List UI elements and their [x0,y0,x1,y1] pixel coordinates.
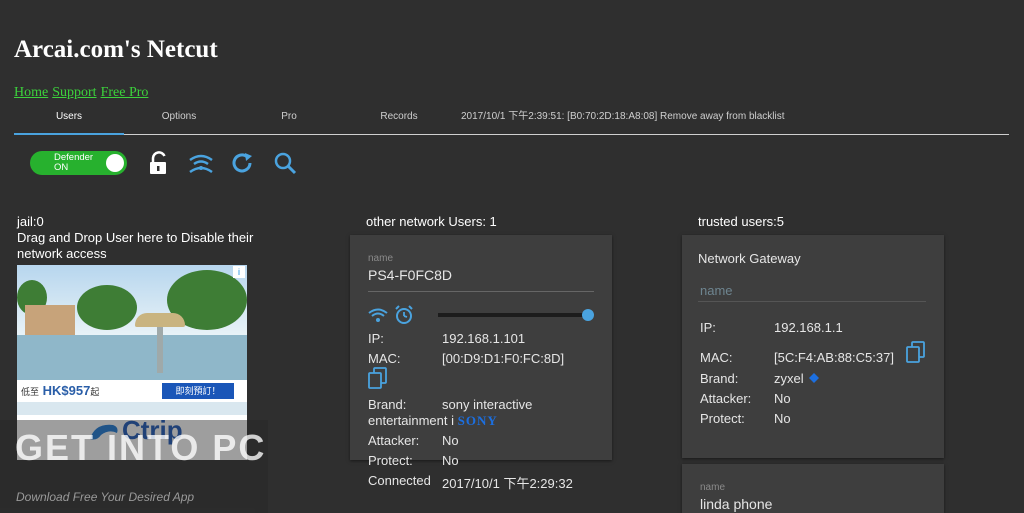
jail-header: jail:0 [17,214,44,229]
tab-records[interactable]: Records [344,106,454,133]
ad-fountain-pole [157,325,163,373]
name-label: name [700,482,726,493]
gateway-title: Network Gateway [698,251,801,266]
connected-label: Connected [368,473,431,488]
gateway-attacker-label: Attacker: [700,391,752,406]
device-card[interactable]: name PS4-F0FC8D IP: 192.168.1.101 MAC: [… [350,235,612,460]
name-label: name [368,253,394,264]
attacker-value: No [442,433,459,448]
brand-label: Brand: [368,397,407,412]
watermark-text: GET INTO PC [15,427,267,468]
unlock-icon[interactable] [146,150,172,176]
ad-price-suffix: 起 [90,387,100,397]
ad-tree [77,285,137,330]
gateway-brand-label: Brand: [700,371,739,386]
timer-slider-thumb[interactable] [582,309,594,321]
alarm-icon[interactable] [394,305,414,325]
gateway-protect-value: No [774,411,791,426]
gateway-name-input[interactable]: name [700,283,733,298]
link-support[interactable]: Support [52,85,96,100]
timer-slider-track[interactable] [438,313,590,317]
ad-fountain-umbrella [135,313,185,327]
ad-price: 低至 HK$957起 [21,383,99,398]
ad-price-value: HK$957 [42,383,91,398]
brand-value-line2: entertainment i SONY [368,413,498,429]
status-message: 2017/10/1 下午2:39:51: [B0:70:2D:18:A8:08]… [461,111,785,122]
device-name[interactable]: PS4-F0FC8D [368,267,452,283]
brand-logo-icon [809,373,819,383]
mac-label: MAC: [368,351,401,366]
defender-label: Defender ON [54,153,93,173]
gateway-attacker-value: No [774,391,791,406]
connected-value: 2017/10/1 下午2:29:32 [442,476,573,491]
brand-value-line1: sony interactive [442,397,533,412]
other-users-header: other network Users: 1 [366,214,497,229]
protect-label: Protect: [368,453,413,468]
gateway-card[interactable]: Network Gateway name IP: 192.168.1.1 MAC… [682,235,944,458]
ip-label: IP: [368,331,384,346]
sony-logo: SONY [457,413,498,428]
link-home[interactable]: Home [14,85,48,100]
refresh-icon[interactable] [230,150,256,176]
tab-bar: Users Options Pro Records 2017/10/1 下午2:… [14,106,1009,135]
defender-state: ON [54,162,69,173]
gateway-ip-value: 192.168.1.1 [774,320,843,335]
app-title: Arcai.com's Netcut [14,36,218,63]
gateway-mac-value: [5C:F4:AB:88:C5:37] [774,350,894,365]
tab-options[interactable]: Options [124,106,234,133]
attacker-label: Attacker: [368,433,420,448]
tab-pro[interactable]: Pro [234,106,344,133]
watermark-subtitle: Download Free Your Desired App [16,490,195,504]
search-icon[interactable] [272,150,298,176]
ad-pool [17,335,247,380]
ip-value: 192.168.1.101 [442,331,526,346]
ad-banner: 低至 HK$957起 即刻預訂！ [17,380,247,402]
ad-info-icon[interactable]: i [233,266,245,278]
gateway-brand-value: zyxel [774,371,804,386]
trusted-users-header: trusted users:5 [698,214,784,229]
wifi-icon [368,308,388,322]
gateway-protect-label: Protect: [700,411,745,426]
copy-icon[interactable] [906,341,926,363]
tab-users[interactable]: Users [14,106,124,135]
protect-value: No [442,453,459,468]
copy-icon[interactable] [368,367,388,389]
ad-book-button[interactable]: 即刻預訂！ [162,383,234,399]
network-scan-icon[interactable] [188,150,214,176]
gateway-ip-label: IP: [700,320,716,335]
name-underline [368,291,594,292]
gateway-mac-label: MAC: [700,350,733,365]
jail-drop-zone[interactable]: Drag and Drop User here to Disable their… [17,230,257,262]
name-underline [698,301,926,302]
ad-price-prefix: 低至 [21,387,40,397]
trusted-user-card[interactable]: name linda phone [682,464,944,513]
brand-value-text: entertainment i [368,413,454,428]
defender-toggle[interactable]: Defender ON [30,151,127,175]
toggle-knob [106,154,124,172]
top-links: Home Support Free Pro [14,85,152,101]
trusted-user-name[interactable]: linda phone [700,496,772,512]
link-free-pro[interactable]: Free Pro [101,85,149,100]
mac-value: [00:D9:D1:F0:FC:8D] [442,351,565,366]
advertisement[interactable]: i 低至 HK$957起 即刻預訂！ [17,265,247,415]
